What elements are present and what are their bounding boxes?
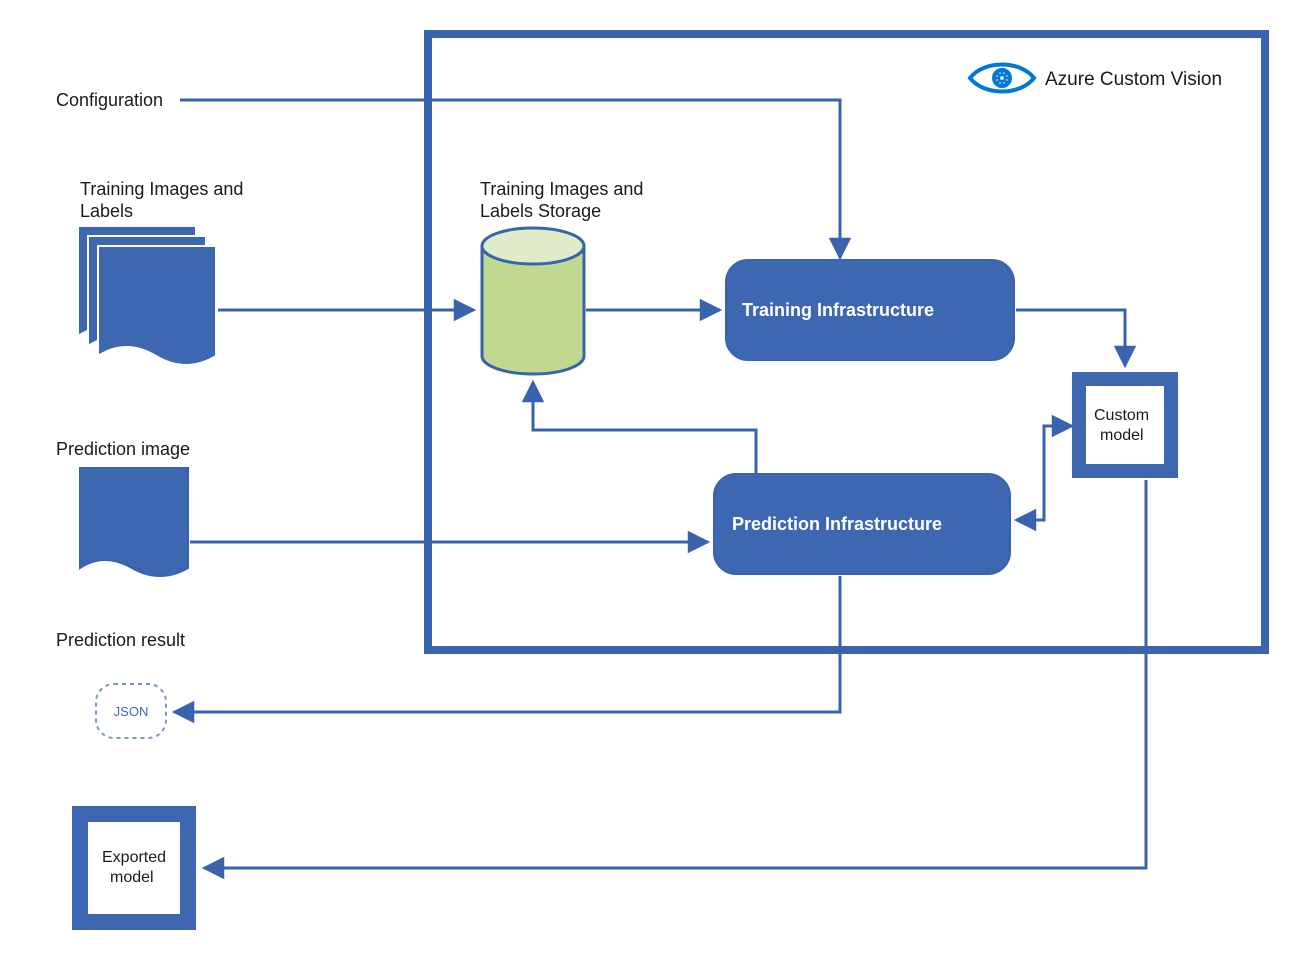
- prediction-image-document-icon: [80, 468, 188, 576]
- azure-custom-vision-label: Azure Custom Vision: [1045, 69, 1222, 90]
- exported-model-node: [72, 806, 196, 930]
- json-result-label: JSON: [114, 704, 149, 719]
- arrow-training-to-model: [1016, 310, 1125, 366]
- storage-label-line1: Training Images and: [480, 179, 643, 199]
- exported-model-label-line2: model: [110, 869, 154, 886]
- custom-model-label-line2: model: [1100, 427, 1144, 444]
- arrow-predinfra-to-json: [174, 576, 840, 712]
- storage-cylinder-icon: [482, 228, 584, 374]
- arrow-predinfra-to-storage: [533, 382, 756, 474]
- azure-custom-vision-eye-icon: [970, 65, 1034, 92]
- training-infrastructure-label: Training Infrastructure: [742, 300, 934, 320]
- prediction-image-label: Prediction image: [56, 439, 190, 459]
- prediction-infrastructure-label: Prediction Infrastructure: [732, 514, 942, 534]
- architecture-diagram: Azure Custom Vision Configuration Traini…: [0, 0, 1303, 956]
- training-images-label-line2: Labels: [80, 201, 133, 221]
- custom-model-label-line1: Custom: [1094, 407, 1149, 424]
- prediction-result-label: Prediction result: [56, 630, 185, 650]
- training-images-documents-icon: [78, 226, 216, 365]
- arrow-model-to-prediction: [1016, 426, 1072, 520]
- configuration-label: Configuration: [56, 90, 163, 110]
- exported-model-label-line1: Exported: [102, 849, 166, 866]
- storage-label-line2: Labels Storage: [480, 201, 601, 221]
- training-images-label-line1: Training Images and: [80, 179, 243, 199]
- custom-model-node: [1072, 372, 1178, 478]
